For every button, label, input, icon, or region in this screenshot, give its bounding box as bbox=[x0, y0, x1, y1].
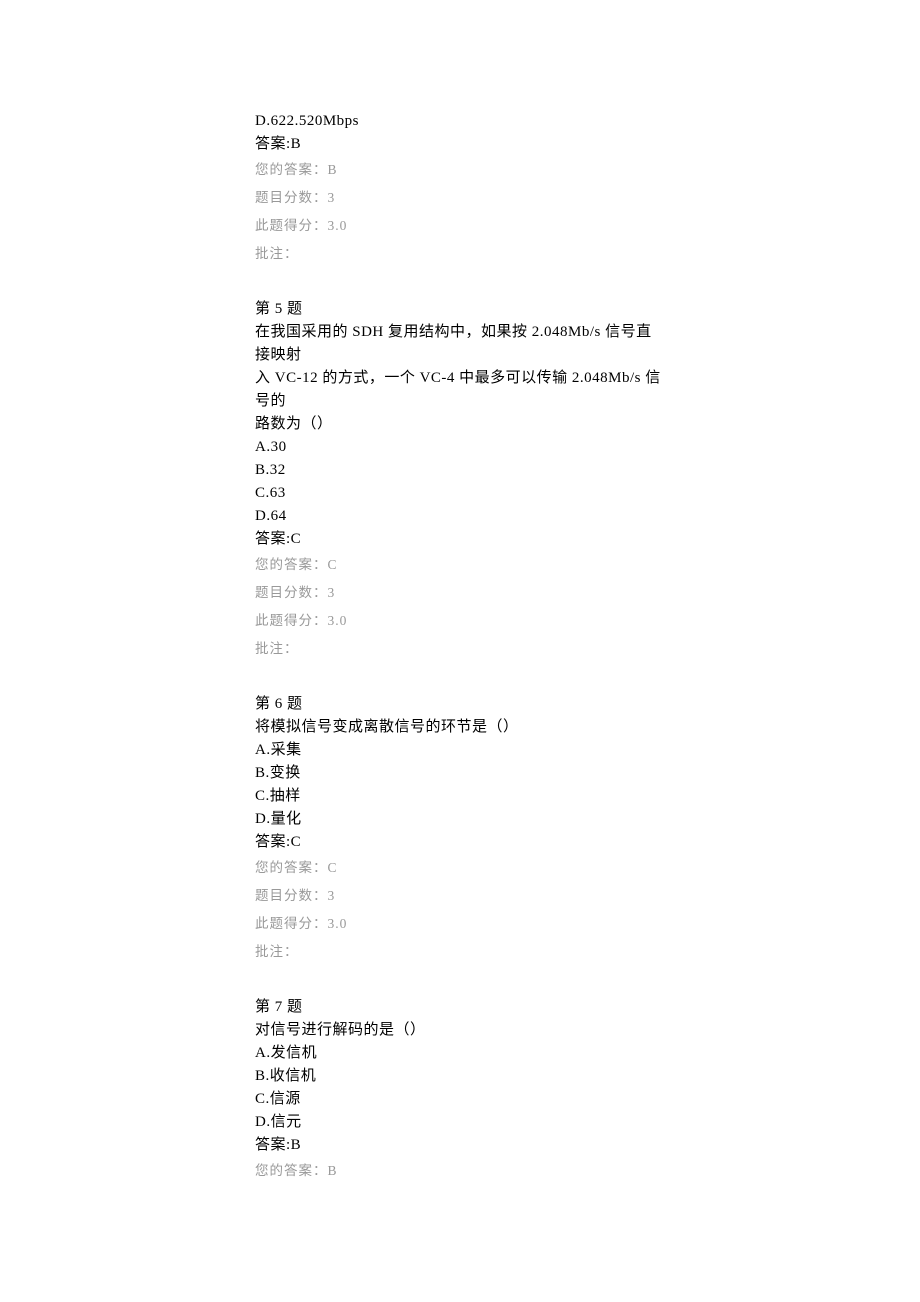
q5-option-a: A.30 bbox=[255, 436, 665, 459]
q5-option-d: D.64 bbox=[255, 505, 665, 528]
q4-got-score: 此题得分：3.0 bbox=[255, 212, 665, 240]
q5-answer: 答案:C bbox=[255, 528, 665, 551]
q7-header: 第 7 题 bbox=[255, 996, 665, 1019]
q5-score-label: 题目分数：3 bbox=[255, 579, 665, 607]
q7-option-d: D.信元 bbox=[255, 1111, 665, 1134]
q6-your-answer: 您的答案：C bbox=[255, 854, 665, 882]
document-page: D.622.520Mbps 答案:B 您的答案：B 题目分数：3 此题得分：3.… bbox=[0, 0, 920, 1245]
q5-stem-line3: 路数为（） bbox=[255, 413, 665, 436]
section-gap bbox=[255, 663, 665, 693]
q6-stem: 将模拟信号变成离散信号的环节是（） bbox=[255, 716, 665, 739]
q4-answer: 答案:B bbox=[255, 133, 665, 156]
q6-remark: 批注： bbox=[255, 938, 665, 966]
q7-your-answer: 您的答案：B bbox=[255, 1157, 665, 1185]
q5-stem-line2: 入 VC-12 的方式，一个 VC-4 中最多可以传输 2.048Mb/s 信号… bbox=[255, 367, 665, 413]
q5-stem-line1: 在我国采用的 SDH 复用结构中，如果按 2.048Mb/s 信号直接映射 bbox=[255, 321, 665, 367]
q4-option-d: D.622.520Mbps bbox=[255, 110, 665, 133]
q5-your-answer: 您的答案：C bbox=[255, 551, 665, 579]
q7-stem: 对信号进行解码的是（） bbox=[255, 1019, 665, 1042]
q6-option-b: B.变换 bbox=[255, 762, 665, 785]
q6-answer: 答案:C bbox=[255, 831, 665, 854]
q6-header: 第 6 题 bbox=[255, 693, 665, 716]
q5-header: 第 5 题 bbox=[255, 298, 665, 321]
q5-option-c: C.63 bbox=[255, 482, 665, 505]
section-gap bbox=[255, 268, 665, 298]
q5-got-score: 此题得分：3.0 bbox=[255, 607, 665, 635]
q4-remark: 批注： bbox=[255, 240, 665, 268]
q6-score-label: 题目分数：3 bbox=[255, 882, 665, 910]
q6-option-a: A.采集 bbox=[255, 739, 665, 762]
q4-score-label: 题目分数：3 bbox=[255, 184, 665, 212]
q7-option-c: C.信源 bbox=[255, 1088, 665, 1111]
q5-option-b: B.32 bbox=[255, 459, 665, 482]
section-gap bbox=[255, 966, 665, 996]
q6-option-c: C.抽样 bbox=[255, 785, 665, 808]
q6-option-d: D.量化 bbox=[255, 808, 665, 831]
q6-got-score: 此题得分：3.0 bbox=[255, 910, 665, 938]
q7-option-b: B.收信机 bbox=[255, 1065, 665, 1088]
q4-your-answer: 您的答案：B bbox=[255, 156, 665, 184]
q7-option-a: A.发信机 bbox=[255, 1042, 665, 1065]
q7-answer: 答案:B bbox=[255, 1134, 665, 1157]
q5-remark: 批注： bbox=[255, 635, 665, 663]
